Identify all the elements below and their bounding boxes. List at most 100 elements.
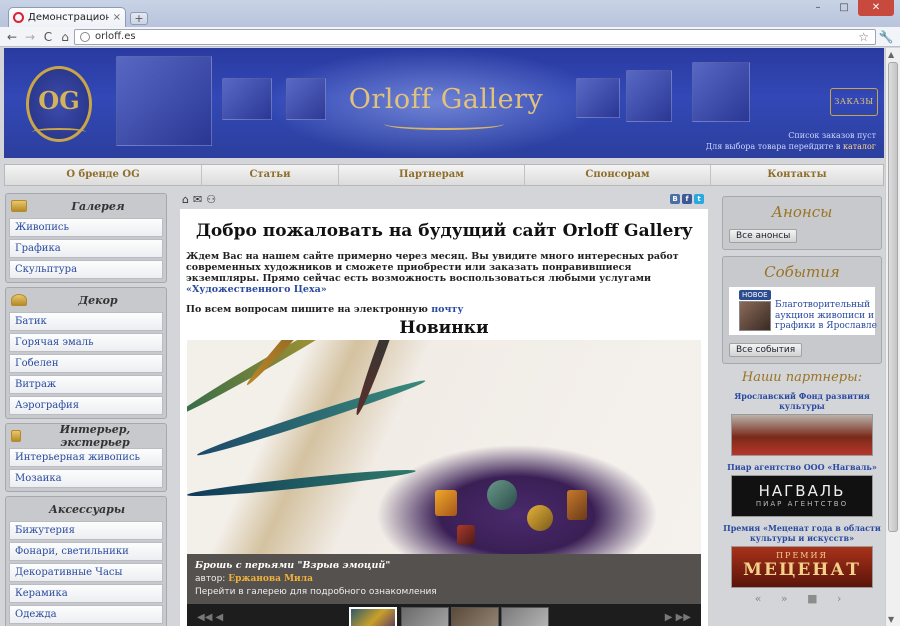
back-button[interactable]: ← [4, 29, 20, 45]
banner-artwork [692, 62, 750, 122]
wrench-menu-icon[interactable]: 🔧 [878, 29, 894, 45]
mail-icon[interactable]: ✉ [193, 194, 202, 206]
nav-contacts[interactable]: Контакты [711, 165, 883, 185]
minimize-button[interactable]: – [806, 0, 830, 16]
slider-next-icon[interactable]: ▶ ▶▶ [665, 612, 691, 623]
vk-icon[interactable]: B [670, 194, 680, 204]
thumbnail[interactable] [349, 607, 397, 626]
menu-item-interior-painting[interactable]: Интерьерная живопись [9, 448, 163, 467]
menu-item-ceramics[interactable]: Керамика [9, 584, 163, 603]
bookmark-star-icon[interactable]: ☆ [858, 30, 869, 44]
banner-artwork [222, 78, 272, 120]
menu-item-hot-enamel[interactable]: Горячая эмаль [9, 333, 163, 352]
partner-name[interactable]: Премия «Меценат года в области культуры … [722, 523, 882, 543]
menu-accessories: Аксессуары Бижутерия Фонари, светильники… [5, 496, 167, 626]
thumbnail[interactable] [501, 607, 549, 626]
home-button[interactable]: ⌂ [57, 29, 73, 45]
menu-item-airbrush[interactable]: Аэрография [9, 396, 163, 415]
scroll-down-icon[interactable]: ▼ [888, 615, 894, 624]
menu-item-mosaic[interactable]: Мозаика [9, 469, 163, 488]
forward-button[interactable]: → [22, 29, 38, 45]
scroll-up-icon[interactable]: ▲ [888, 50, 894, 59]
menu-item-painting[interactable]: Живопись [9, 218, 163, 237]
author-link[interactable]: Ержанова Мила [228, 574, 313, 584]
browser-tab-strip: Демонстрационный сайт г × + – □ ✕ [0, 0, 900, 27]
slider-prev-icon[interactable]: ◀◀ ◀ [197, 612, 223, 623]
menu-item-stained-glass[interactable]: Витраж [9, 375, 163, 394]
web-page: OG Orloff Gallery ЗАКАЗЫ Список заказов … [0, 48, 900, 626]
nagval-logo[interactable]: НАГВАЛЬ ПИАР АГЕНТСТВО [731, 475, 873, 517]
brooch-feathers-image[interactable] [187, 340, 701, 554]
orders-button[interactable]: ЗАКАЗЫ [830, 88, 878, 116]
event-thumbnail[interactable] [739, 301, 771, 331]
contact-paragraph: По всем вопросам пишите на электронную п… [186, 304, 464, 315]
orders-info: Список заказов пуст Для выбора товара пе… [706, 130, 876, 152]
orders-hint-text: Для выбора товара перейдите в [705, 142, 841, 151]
menu-heading: Галерея [9, 196, 163, 216]
url-text: orloff.es [95, 31, 136, 42]
close-tab-icon[interactable]: × [113, 12, 121, 23]
slide-author: автор: Ержанова Мила [195, 574, 313, 584]
gallery-link[interactable]: Перейти в галерею для подробного ознаком… [195, 587, 693, 597]
address-bar[interactable]: orloff.es ☆ [74, 29, 876, 45]
new-items-slider[interactable]: Брошь с перьями "Взрыв эмоций" автор: Ер… [187, 340, 701, 626]
menu-gallery: Галерея Живопись Графика Скульптура [5, 193, 167, 283]
menu-item-jewelry[interactable]: Бижутерия [9, 521, 163, 540]
announcements-box: Анонсы Все анонсы [722, 196, 882, 250]
menu-item-clothing[interactable]: Одежда [9, 605, 163, 624]
menu-item-batik[interactable]: Батик [9, 312, 163, 331]
menu-item-graphics[interactable]: Графика [9, 239, 163, 258]
maximize-button[interactable]: □ [832, 0, 856, 16]
reload-button[interactable]: C [40, 29, 56, 45]
header-banner: OG Orloff Gallery ЗАКАЗЫ Список заказов … [4, 48, 884, 158]
social-buttons: B f t [670, 194, 704, 204]
nav-partners[interactable]: Партнерам [339, 165, 525, 185]
menu-item-tapestry[interactable]: Гобелен [9, 354, 163, 373]
flourish-ornament [384, 118, 504, 130]
maecenas-logo[interactable]: ПРЕМИЯ МЕЦЕНАТ [731, 546, 873, 588]
orders-empty-text: Список заказов пуст [788, 131, 876, 140]
og-logo[interactable]: OG [22, 60, 96, 148]
theater-image[interactable] [731, 414, 873, 456]
thumbnail[interactable] [401, 607, 449, 626]
partners-heading: Наши партнеры: [741, 370, 863, 385]
slide-title[interactable]: Брошь с перьями "Взрыв эмоций" [195, 560, 693, 571]
nav-articles[interactable]: Статьи [202, 165, 339, 185]
workshop-link[interactable]: «Художественного Цеха» [186, 284, 327, 295]
main-content-column: ⌂ ✉ ⚇ B f t Добро пожаловать на будущий … [180, 193, 708, 626]
facebook-icon[interactable]: f [682, 194, 692, 204]
menu-item-clocks[interactable]: Декоративные Часы [9, 563, 163, 582]
close-window-button[interactable]: ✕ [858, 0, 894, 16]
content-panel: Добро пожаловать на будущий сайт Orloff … [180, 209, 708, 626]
twitter-icon[interactable]: t [694, 194, 704, 204]
email-link[interactable]: почту [431, 304, 463, 315]
events-box: События НОВОЕ Благотворительный аукцион … [722, 256, 882, 364]
menu-item-lamps[interactable]: Фонари, светильники [9, 542, 163, 561]
scrollbar-thumb[interactable] [888, 62, 898, 532]
browser-toolbar: ← → C ⌂ orloff.es ☆ 🔧 [0, 27, 900, 47]
partner-name[interactable]: Ярославский Фонд развития культуры [722, 391, 882, 411]
page-scrollbar[interactable]: ▲ ▼ [885, 48, 900, 626]
partners-pager[interactable]: « » ■ › [722, 592, 882, 605]
banner-artwork [116, 56, 212, 146]
logo-text: OG [38, 86, 80, 115]
home-icon[interactable]: ⌂ [182, 194, 189, 206]
browser-tab[interactable]: Демонстрационный сайт г × [8, 7, 126, 27]
announcements-heading: Анонсы [771, 203, 833, 221]
event-item[interactable]: НОВОЕ Благотворительный аукцион живописи… [729, 287, 877, 335]
frame-icon [11, 200, 27, 212]
nav-about-brand[interactable]: О бренде OG [5, 165, 202, 185]
nav-sponsors[interactable]: Спонсорам [525, 165, 711, 185]
all-announcements-button[interactable]: Все анонсы [729, 229, 798, 243]
all-events-button[interactable]: Все события [729, 343, 803, 357]
partner-name[interactable]: Пиар агентство ООО «Нагваль» [722, 462, 882, 472]
menu-item-sculpture[interactable]: Скульптура [9, 260, 163, 279]
catalog-link[interactable]: каталог [843, 142, 876, 151]
thumbnail[interactable] [451, 607, 499, 626]
sitemap-icon[interactable]: ⚇ [206, 194, 216, 206]
site-title: Orloff Gallery [348, 84, 544, 115]
banner-artwork [576, 78, 620, 118]
new-tab-button[interactable]: + [130, 12, 148, 25]
right-sidebar: Анонсы Все анонсы События НОВОЕ Благотво… [722, 196, 882, 605]
event-link[interactable]: Благотворительный аукцион живописи и гра… [775, 300, 879, 332]
